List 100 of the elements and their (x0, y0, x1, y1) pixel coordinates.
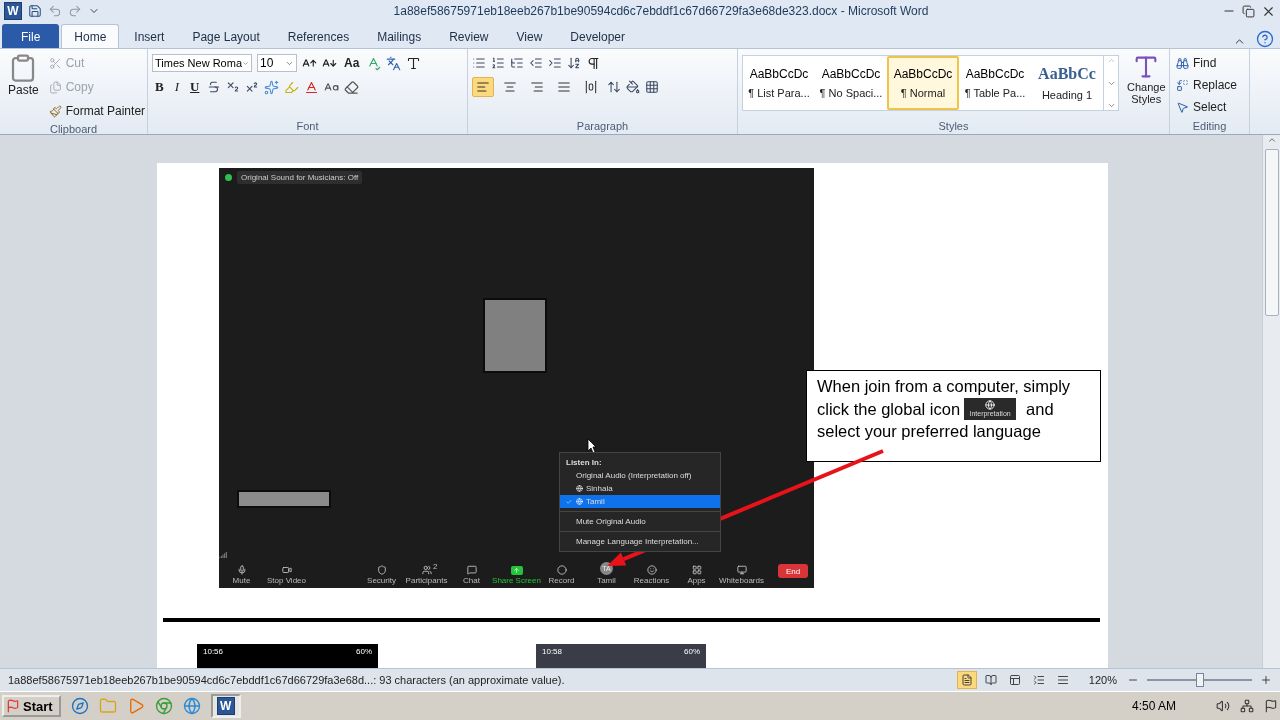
ribbon-tab[interactable]: Mailings (364, 24, 435, 48)
border-letter-icon[interactable] (406, 55, 422, 71)
style-preview: AaBbCcDc (749, 67, 809, 81)
font-color-icon[interactable] (304, 79, 320, 95)
numbering-icon[interactable] (491, 56, 505, 70)
toolbar-label: Apps (687, 576, 706, 585)
menu-item[interactable]: Sinhala (560, 482, 720, 495)
globe-icon (576, 498, 583, 505)
style-name: ¶ List Para... (748, 87, 810, 99)
speaker-icon[interactable] (1216, 699, 1230, 713)
participant-count: 2 (433, 562, 438, 571)
increase-indent-icon[interactable] (548, 56, 562, 70)
editing-button[interactable]: Find (1174, 53, 1240, 73)
undo-icon[interactable] (48, 4, 62, 18)
more-icon[interactable] (1106, 101, 1116, 110)
clock: 4:50 AM (1131, 699, 1176, 713)
font-name-field[interactable]: Times New Roma (152, 54, 252, 72)
multilevel-list-icon[interactable] (510, 56, 524, 70)
scroll-up-icon[interactable] (1266, 135, 1277, 145)
paint-bucket-icon[interactable] (626, 80, 640, 94)
file-tab[interactable]: File (2, 24, 60, 48)
check-icon (566, 498, 572, 505)
ribbon-tab[interactable]: View (503, 24, 556, 48)
scroll-thumb[interactable] (1264, 149, 1279, 316)
start-button[interactable]: Start (2, 695, 61, 717)
meeting-toolbar-button[interactable]: Reactions (629, 565, 674, 585)
help-icon[interactable] (1256, 30, 1274, 48)
strikethrough-icon[interactable] (207, 80, 222, 94)
zoom-level[interactable]: 120% (1088, 674, 1117, 686)
sort-icon[interactable] (567, 56, 581, 70)
font-size-field[interactable]: 10 (257, 54, 297, 72)
lines-icon (1056, 674, 1069, 686)
grid-icon (691, 565, 702, 575)
flag-icon[interactable] (1264, 699, 1278, 713)
ribbon-tab[interactable]: Page Layout (179, 24, 273, 48)
bullets-icon[interactable] (472, 56, 486, 70)
group-label: Clipboard (48, 122, 99, 137)
change-case-button[interactable]: Aa (342, 53, 362, 73)
meeting-toolbar-button[interactable]: Apps (674, 565, 719, 585)
edge-icon[interactable] (182, 697, 201, 715)
phonetic-icon[interactable] (386, 55, 402, 71)
ribbon-tab[interactable]: Developer (557, 24, 638, 48)
ribbon-tab[interactable]: References (274, 24, 363, 48)
ribbon-tab[interactable]: Home (61, 24, 120, 48)
italic-button[interactable]: I (171, 79, 182, 95)
group-label: Font (295, 119, 320, 134)
text-effects-icon[interactable] (264, 79, 280, 95)
clear-format-icon[interactable] (344, 79, 360, 95)
chrome-icon[interactable] (154, 697, 173, 715)
camera-icon (281, 565, 292, 575)
window-title: 1a88ef58675971eb18eeb267b1be90594cd6c7ebddf1c67d66729fa3e68de323.docx - Microsoft Word (392, 4, 930, 18)
ribbon-tab[interactable]: Insert (121, 24, 178, 48)
menu-item[interactable]: Manage Language Interpretation... (560, 535, 720, 548)
view-button[interactable] (956, 671, 977, 689)
bold-button[interactable]: B (152, 79, 167, 95)
underline-button[interactable]: U (187, 79, 203, 95)
smiley-icon (646, 565, 657, 575)
slider-thumb[interactable] (1195, 673, 1204, 687)
spellcheck-icon[interactable] (366, 55, 382, 71)
superscript-icon[interactable] (245, 80, 260, 94)
meeting-toolbar-button[interactable]: Share Screen (494, 566, 539, 585)
meeting-toolbar-button[interactable]: Security (359, 565, 404, 585)
shield-icon (376, 565, 387, 575)
editing-button[interactable]: Replace (1174, 75, 1240, 95)
menu-item[interactable]: Tamil (560, 495, 720, 508)
style-item[interactable]: AaBbCcDc ¶ Normal (887, 56, 959, 110)
paste-button[interactable]: Paste (4, 53, 43, 121)
word-taskbar-button[interactable]: W (210, 694, 241, 718)
save-icon[interactable] (28, 4, 42, 18)
restore-icon[interactable] (1242, 4, 1255, 18)
outline-icon (1032, 674, 1045, 686)
menu-item[interactable]: Original Audio (Interpretation off) (560, 469, 720, 482)
end-button[interactable]: End (778, 564, 808, 578)
change-styles-button[interactable]: Change Styles (1123, 53, 1170, 118)
browser-icon[interactable] (70, 697, 89, 715)
vertical-scrollbar[interactable] (1262, 135, 1280, 668)
toolbar-label: Chat (463, 576, 480, 585)
battery-level: 60% (356, 647, 372, 658)
redo-icon[interactable] (68, 4, 82, 18)
meeting-toolbar-button[interactable]: Stop Video (264, 565, 309, 585)
meeting-toolbar-button[interactable]: 2 Participants (404, 565, 449, 585)
menu-item[interactable]: Mute Original Audio (560, 515, 720, 528)
network-icon[interactable] (1240, 699, 1254, 713)
zoom-in-icon[interactable] (1260, 674, 1272, 686)
editing-button[interactable]: Select (1174, 97, 1240, 117)
subscript-icon[interactable] (226, 80, 241, 94)
pilcrow-icon[interactable] (586, 55, 601, 71)
borders-icon[interactable] (645, 80, 659, 94)
clipboard-action[interactable]: Format Painter (46, 101, 148, 121)
decrease-indent-icon[interactable] (529, 56, 543, 70)
style-name: ¶ Normal (900, 87, 946, 99)
record-icon (556, 565, 567, 575)
meeting-toolbar-button[interactable]: Whiteboards (719, 565, 764, 585)
toolbar-label: Whiteboards (719, 576, 764, 585)
meeting-toolbar-button[interactable]: Mute (219, 565, 264, 585)
align-left-icon (476, 80, 490, 94)
word-logo: W (216, 697, 235, 715)
toolbar-label: Reactions (633, 576, 670, 585)
ribbon-tab[interactable]: Review (436, 24, 502, 48)
line-spacing-icon[interactable] (607, 80, 621, 94)
